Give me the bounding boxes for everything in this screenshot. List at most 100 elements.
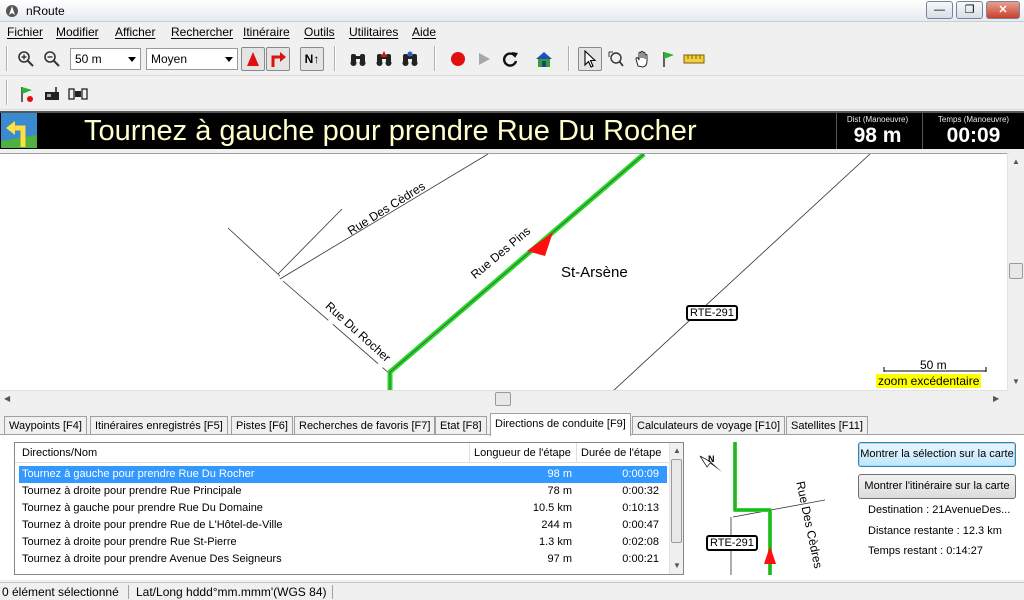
menu-outils[interactable]: Outils — [304, 25, 335, 39]
minimap-canvas — [699, 442, 826, 575]
zoom-warning: zoom excédentaire — [876, 374, 982, 388]
list-scroll-thumb[interactable] — [671, 459, 682, 543]
recalculate-icon[interactable] — [498, 47, 522, 71]
north-label: N — [708, 454, 715, 464]
north-up-button[interactable]: N↑ — [300, 47, 324, 71]
zoom-tool-icon[interactable] — [604, 47, 628, 71]
window-title: nRoute — [26, 4, 65, 18]
zoom-out-icon[interactable] — [40, 47, 64, 71]
remaining-distance-text: Distance restante : 12.3 km — [868, 525, 1002, 537]
chevron-down-icon — [225, 57, 233, 62]
scroll-up-arrow-icon[interactable]: ▲ — [673, 446, 681, 455]
tab-calculateurs-de-voyage[interactable]: Calculateurs de voyage [F10] — [632, 416, 786, 435]
pointer-tool-icon[interactable] — [578, 47, 602, 71]
tab-etat[interactable]: Etat [F8] — [435, 416, 487, 435]
direction-row[interactable]: Tournez à droite pour prendre Avenue Des… — [19, 551, 667, 568]
maneuver-time: Temps (Manoeuvre) 00:09 — [922, 113, 1024, 149]
scroll-left-arrow-icon[interactable]: ◀ — [4, 394, 10, 403]
detail-level-value: Moyen — [151, 52, 188, 66]
scroll-down-arrow-icon[interactable]: ▼ — [673, 561, 681, 570]
measure-ruler-icon[interactable] — [682, 47, 706, 71]
direction-row[interactable]: Tournez à gauche pour prendre Rue Du Dom… — [19, 500, 667, 517]
minimize-button[interactable]: — — [926, 1, 953, 19]
directions-list-header: Directions/Nom Longueur de l'étape Durée… — [15, 443, 671, 463]
track-up-button[interactable] — [241, 47, 265, 71]
secondary-toolbar — [0, 76, 1024, 110]
remaining-time-text: Temps restant : 0:14:27 — [868, 545, 983, 557]
map-view[interactable]: Rue Des Cèdres Rue Des Pins Rue Du Roche… — [0, 153, 1009, 390]
menu-rechercher[interactable]: Rechercher — [171, 25, 233, 39]
direction-name: Tournez à droite pour prendre Rue St-Pie… — [22, 536, 237, 548]
direction-row[interactable]: Tournez à droite pour prendre Rue de L'H… — [19, 517, 667, 534]
tab-recherches-favoris[interactable]: Recherches de favoris [F7] — [294, 416, 436, 435]
column-header-name[interactable]: Directions/Nom — [22, 447, 97, 459]
satellite-icon[interactable] — [66, 82, 90, 106]
map-horizontal-scrollbar[interactable]: ◀ ▶ — [0, 390, 1009, 407]
menu-utilitaires[interactable]: Utilitaires — [349, 25, 398, 39]
zoom-scale-value: 50 m — [75, 52, 102, 66]
menu-itineraire[interactable]: Itinéraire — [243, 25, 290, 39]
zoom-scale-select[interactable]: 50 m — [70, 48, 141, 70]
directions-list-scrollbar[interactable]: ▲ ▼ — [669, 443, 683, 574]
play-icon[interactable] — [472, 47, 496, 71]
map-vertical-scrollbar[interactable]: ▲ ▼ — [1007, 153, 1024, 390]
direction-duration: 0:00:32 — [622, 485, 659, 497]
chevron-down-icon — [128, 57, 136, 62]
vertical-scroll-thumb[interactable] — [1009, 263, 1023, 279]
find-route-icon[interactable] — [372, 47, 396, 71]
scroll-right-arrow-icon[interactable]: ▶ — [993, 394, 999, 403]
direction-duration: 0:02:08 — [622, 536, 659, 548]
tab-pistes[interactable]: Pistes [F6] — [231, 416, 293, 435]
maneuver-distance: Dist (Manoeuvre) 98 m — [836, 113, 918, 149]
route-flag-icon[interactable] — [14, 82, 38, 106]
record-icon[interactable] — [446, 47, 470, 71]
binoculars-icon[interactable] — [346, 47, 370, 71]
pan-hand-icon[interactable] — [630, 47, 654, 71]
tab-satellites[interactable]: Satellites [F11] — [786, 416, 868, 435]
road-rue-du-rocher — [282, 280, 391, 375]
close-button[interactable]: ✕ — [986, 1, 1020, 19]
find-nearby-icon[interactable] — [398, 47, 422, 71]
direction-name: Tournez à droite pour prendre Rue Princi… — [22, 485, 242, 497]
gps-device-icon[interactable] — [40, 82, 64, 106]
horizontal-scroll-thumb[interactable] — [495, 392, 511, 406]
tab-waypoints[interactable]: Waypoints [F4] — [4, 416, 87, 435]
maneuver-time-label: Temps (Manoeuvre) — [937, 115, 1010, 124]
direction-name: Tournez à gauche pour prendre Rue Du Dom… — [22, 502, 263, 514]
scroll-up-arrow-icon[interactable]: ▲ — [1012, 157, 1020, 166]
waypoint-flag-icon[interactable] — [656, 47, 680, 71]
town-label: St-Arsène — [561, 264, 628, 281]
direction-length: 1.3 km — [538, 536, 572, 548]
direction-duration: 0:00:09 — [622, 468, 659, 480]
direction-duration: 0:10:13 — [622, 502, 659, 514]
menu-bar: Fichier Modifier Afficher Rechercher Iti… — [0, 22, 1024, 42]
column-header-length[interactable]: Longueur de l'étape — [469, 443, 571, 462]
detail-level-select[interactable]: Moyen — [146, 48, 238, 70]
column-header-duration[interactable]: Durée de l'étape — [576, 443, 661, 462]
maneuver-distance-label: Dist (Manoeuvre) — [846, 115, 909, 124]
road-rte-291 — [613, 154, 871, 390]
route-shield-rte-291: RTE-291 — [706, 535, 758, 551]
directions-list[interactable]: Directions/Nom Longueur de l'étape Durée… — [14, 442, 684, 575]
direction-duration: 0:00:21 — [622, 553, 659, 565]
tab-itineraires-enregistres[interactable]: Itinéraires enregistrés [F5] — [90, 416, 228, 435]
direction-row[interactable]: Tournez à gauche pour prendre Rue Du Roc… — [19, 466, 667, 483]
road-segment — [227, 227, 281, 277]
home-icon[interactable] — [532, 47, 556, 71]
direction-duration: 0:00:47 — [622, 519, 659, 531]
show-selection-button[interactable]: Montrer la sélection sur la carte — [858, 442, 1016, 467]
scroll-down-arrow-icon[interactable]: ▼ — [1012, 377, 1020, 386]
tab-directions-de-conduite[interactable]: Directions de conduite [F9] — [490, 413, 631, 436]
show-route-button[interactable]: Montrer l'itinéraire sur la carte — [858, 474, 1016, 499]
map-canvas[interactable] — [0, 154, 1009, 390]
maximize-button[interactable]: ❐ — [956, 1, 983, 19]
next-turn-button[interactable] — [266, 47, 290, 71]
menu-afficher[interactable]: Afficher — [115, 25, 155, 39]
menu-aide[interactable]: Aide — [412, 25, 436, 39]
direction-row[interactable]: Tournez à droite pour prendre Rue St-Pie… — [19, 534, 667, 551]
menu-fichier[interactable]: Fichier — [7, 25, 43, 39]
zoom-in-icon[interactable] — [14, 47, 38, 71]
direction-row[interactable]: Tournez à droite pour prendre Rue Princi… — [19, 483, 667, 500]
destination-text: Destination : 21AvenueDes... — [868, 504, 1011, 516]
menu-modifier[interactable]: Modifier — [56, 25, 99, 39]
